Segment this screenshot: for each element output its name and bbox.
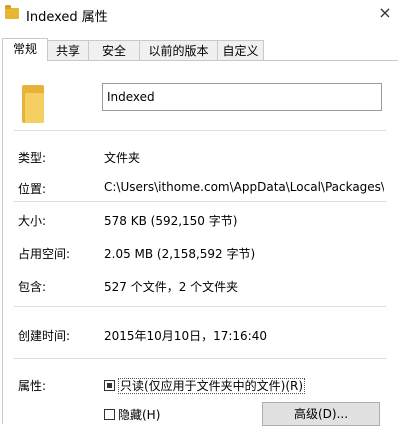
advanced-button[interactable]: 高级(D)...: [262, 402, 380, 426]
tab-security[interactable]: 安全: [88, 40, 140, 60]
title-bar: Indexed 属性 ×: [0, 0, 400, 32]
close-button[interactable]: ×: [374, 0, 396, 28]
tab-customize[interactable]: 自定义: [217, 40, 264, 60]
divider: [14, 358, 386, 359]
divider: [14, 201, 386, 202]
tab-sharing[interactable]: 共享: [47, 40, 89, 60]
size-label: 大小:: [18, 214, 47, 228]
divider: [14, 306, 386, 307]
folder-icon: [5, 5, 19, 19]
size-value: 578 KB (592,150 字节): [104, 214, 238, 228]
disk-size-value: 2.05 MB (2,158,592 字节): [104, 247, 256, 261]
attributes-label: 属性:: [18, 379, 47, 393]
hidden-checkbox-label[interactable]: 隐藏(H): [118, 406, 160, 423]
hidden-checkbox[interactable]: [104, 409, 115, 420]
created-label: 创建时间:: [18, 329, 71, 343]
readonly-checkbox-label[interactable]: 只读(仅应用于文件夹中的文件)(R): [118, 377, 306, 394]
disk-size-label: 占用空间:: [18, 247, 71, 261]
tab-strip: 常规 共享 安全 以前的版本 自定义: [2, 38, 398, 61]
folder-name-input[interactable]: [102, 83, 382, 111]
contains-value: 527 个文件，2 个文件夹: [104, 280, 239, 294]
contains-label: 包含:: [18, 280, 47, 294]
tab-panel-general: [2, 60, 398, 424]
folder-large-icon: [22, 85, 44, 123]
divider: [14, 130, 386, 131]
window-title: Indexed 属性: [26, 10, 108, 25]
location-label: 位置:: [18, 182, 47, 196]
type-label: 类型:: [18, 151, 47, 165]
tab-previous-versions[interactable]: 以前的版本: [139, 40, 218, 60]
created-value: 2015年10月10日，17:16:40: [104, 329, 267, 343]
type-value: 文件夹: [104, 151, 141, 165]
readonly-label-text: 只读(仅应用于文件夹中的文件)(R): [118, 378, 306, 394]
tab-general[interactable]: 常规: [2, 38, 48, 61]
readonly-checkbox[interactable]: [104, 380, 115, 391]
location-value: C:\Users\ithome.com\AppData\Local\Packag…: [104, 180, 384, 194]
